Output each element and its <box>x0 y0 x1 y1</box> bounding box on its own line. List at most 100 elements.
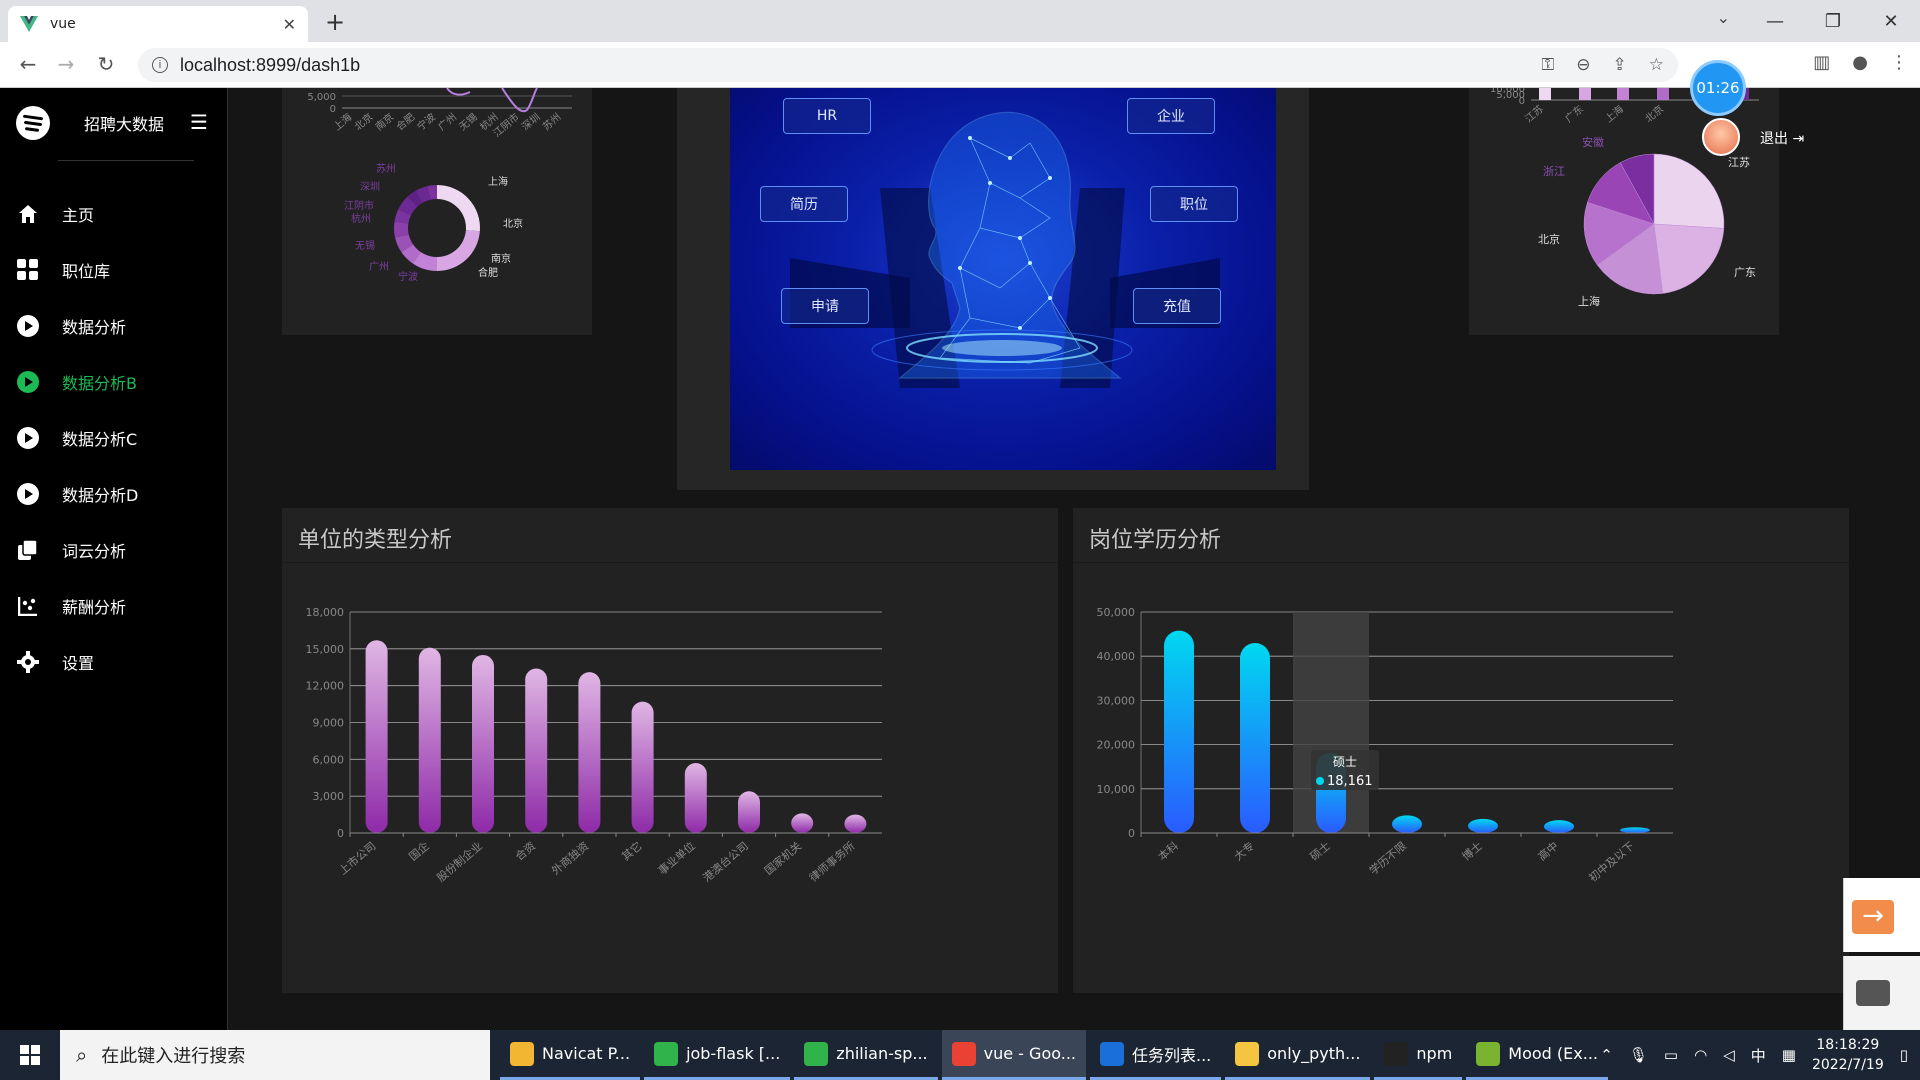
pie-slice <box>1653 223 1725 294</box>
close-tab-icon[interactable]: ✕ <box>283 15 296 34</box>
x-tick-label: 上海 <box>1602 102 1626 125</box>
new-tab-icon[interactable]: + <box>325 8 345 36</box>
nav-item-3[interactable]: 数据分析B <box>0 354 228 410</box>
x-tick-label: 广州 <box>436 111 459 133</box>
taskbar-app-1[interactable]: job-flask [... <box>644 1030 791 1080</box>
donut-label: 无锡 <box>355 239 375 252</box>
battery-icon[interactable]: ▭ <box>1664 1046 1678 1064</box>
donut-label: 宁波 <box>398 270 418 283</box>
clock[interactable]: 18:18:29 2022/7/19 <box>1812 1035 1884 1075</box>
bookmark-star-icon[interactable]: ☆ <box>1649 55 1664 75</box>
user-avatar[interactable] <box>1702 118 1740 156</box>
taskbar-app-7[interactable]: Mood (Ex... <box>1466 1030 1608 1080</box>
taskbar-app-4[interactable]: 任务列表... <box>1090 1030 1222 1080</box>
taskbar-app-label: Navicat P... <box>542 1044 631 1063</box>
taskbar-app-2[interactable]: zhilian-sp... <box>794 1030 938 1080</box>
taskbar-app-0[interactable]: Navicat P... <box>500 1030 641 1080</box>
back-icon[interactable]: ← <box>14 52 42 76</box>
taskbar-app-5[interactable]: only_pyth... <box>1225 1030 1371 1080</box>
arrow-right-icon: → <box>1852 900 1894 934</box>
url-field[interactable]: i localhost:8999/dash1b ⚿ ⊖ ⇪ ☆ <box>138 48 1678 82</box>
x-tick-label: 国企 <box>406 839 432 864</box>
reload-icon[interactable]: ↻ <box>92 52 120 76</box>
x-tick-label: 事业单位 <box>655 839 698 878</box>
nav-item-6[interactable]: 词云分析 <box>0 522 228 578</box>
bar <box>791 813 814 833</box>
x-tick-label: 合肥 <box>393 110 417 133</box>
floating-tool-upper[interactable]: → <box>1843 878 1920 952</box>
education-chart: 50,00040,00030,00020,00010,0000本科 大专 硕士 学历不… <box>1097 606 1673 885</box>
system-tray: ⌃ 🎙 ▭ ◠ ◁ 中 ▦ 18:18:29 2022/7/19 ▯ <box>1600 1030 1908 1080</box>
y-tick-label: 12,000 <box>306 680 345 693</box>
volume-icon[interactable]: ◁ <box>1723 1046 1735 1064</box>
key-icon[interactable]: ⚿ <box>1541 55 1554 75</box>
minimize-icon[interactable]: — <box>1746 0 1804 42</box>
nav-item-0[interactable]: 主页 <box>0 186 228 242</box>
sidepanel-icon[interactable]: ▥ <box>1813 52 1830 73</box>
taskbar-app-3[interactable]: vue - Goo... <box>941 1030 1086 1080</box>
site-info-icon[interactable]: i <box>152 57 168 73</box>
y-tick-label: 9,000 <box>313 717 345 730</box>
ime-grid-icon[interactable]: ▦ <box>1782 1046 1796 1064</box>
menu-dots-icon[interactable]: ⋮ <box>1890 52 1908 73</box>
bar <box>684 763 707 833</box>
bar <box>418 647 441 833</box>
close-window-icon[interactable]: ✕ <box>1862 0 1920 42</box>
copy-icon <box>16 538 40 562</box>
donut-label: 苏州 <box>376 162 396 175</box>
logout-icon: ⇥ <box>1792 131 1805 147</box>
hamburger-menu-icon[interactable]: ☰ <box>190 110 208 134</box>
y-tick-label: 6,000 <box>313 753 345 766</box>
nav-item-5[interactable]: 数据分析D <box>0 466 228 522</box>
hero-box-0: HR <box>783 98 871 134</box>
logout-button[interactable]: 退出 ⇥ <box>1760 128 1804 148</box>
nav-item-label: 词云分析 <box>62 542 127 561</box>
tray-chevron-icon[interactable]: ⌃ <box>1600 1046 1613 1064</box>
share-icon[interactable]: ⇪ <box>1613 55 1627 75</box>
windows-start-icon[interactable] <box>0 1030 60 1080</box>
nav-item-1[interactable]: 职位库 <box>0 242 228 298</box>
x-tick-label: 其它 <box>619 839 645 864</box>
zoom-icon[interactable]: ⊖ <box>1576 55 1590 75</box>
donut-label: 南京 <box>491 252 511 265</box>
nav-item-label: 数据分析B <box>62 374 137 393</box>
taskbar: ⌕ 在此键入进行搜索 Navicat P... job-flask [... zhi… <box>0 1030 1920 1080</box>
nav-item-4[interactable]: 数据分析C <box>0 410 228 466</box>
bar <box>1657 88 1669 100</box>
nav-item-7[interactable]: 薪酬分析 <box>0 578 228 634</box>
bar <box>1468 818 1498 833</box>
bar <box>1617 88 1629 100</box>
forward-icon[interactable]: → <box>52 52 80 76</box>
hero-box-1: 企业 <box>1127 98 1215 134</box>
tab-search-icon[interactable]: ⌄ <box>1717 8 1730 27</box>
ime-indicator[interactable]: 中 <box>1751 1045 1766 1066</box>
company-type-card: 单位的类型分析 18,000 15,000 12,000 9,000 6,000 3,00… <box>282 508 1058 993</box>
x-tick-label: 博士 <box>1460 839 1485 863</box>
wifi-icon[interactable]: ◠ <box>1694 1046 1707 1064</box>
hero-box-4: 申请 <box>781 288 869 324</box>
profile-icon[interactable]: ● <box>1852 52 1868 73</box>
x-tick-label: 学历不限 <box>1366 839 1409 878</box>
taskbar-search[interactable]: ⌕ 在此键入进行搜索 <box>60 1030 490 1080</box>
restore-icon[interactable]: ❐ <box>1804 0 1862 42</box>
browser-tab[interactable]: vue ✕ <box>8 6 308 42</box>
nav-item-2[interactable]: 数据分析 <box>0 298 228 354</box>
taskbar-app-6[interactable]: npm <box>1374 1030 1463 1080</box>
search-icon: ⌕ <box>76 1043 88 1067</box>
tooltip-value: 18,161 <box>1327 774 1373 789</box>
nav-item-8[interactable]: 设置 <box>0 634 228 690</box>
logout-label: 退出 <box>1760 131 1788 147</box>
x-tick-label: 上市公司 <box>336 839 379 878</box>
y-tick-label: 50,000 <box>1097 606 1136 619</box>
x-tick-label: 港澳台公司 <box>700 839 751 885</box>
notification-icon[interactable]: ▯ <box>1900 1046 1908 1064</box>
hero-box-3: 职位 <box>1150 186 1238 222</box>
y-tick-label: 0 <box>1519 96 1525 107</box>
hero-box-5: 充值 <box>1133 288 1221 324</box>
mic-icon[interactable]: 🎙 <box>1629 1046 1648 1064</box>
app-icon <box>1100 1041 1124 1066</box>
x-tick-label: 股份制企业 <box>434 839 485 885</box>
timer-bubble[interactable]: 01:26 <box>1690 60 1746 116</box>
pie-label: 北京 <box>1538 232 1560 246</box>
floating-tool-lower[interactable] <box>1843 956 1920 1030</box>
